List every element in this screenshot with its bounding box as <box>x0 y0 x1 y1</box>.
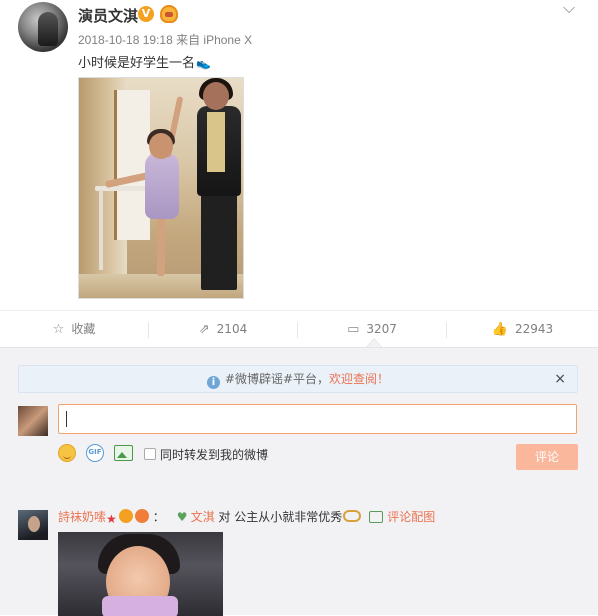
weibo-post: 演员文淇 V ⌵ 2018-10-18 19:18 来自 iPhone X 小时… <box>0 0 598 348</box>
commenter-avatar[interactable] <box>18 510 48 540</box>
view-comment-image-link[interactable]: 评论配图 <box>387 510 435 524</box>
fan-badge-icon[interactable] <box>134 509 149 523</box>
comment-colon: ： <box>152 510 165 524</box>
photo-woman-legs <box>201 194 237 290</box>
emoji-icon[interactable] <box>58 444 76 462</box>
my-avatar[interactable] <box>18 406 48 436</box>
post-text-content: 小时候是好学生一名 <box>78 56 196 71</box>
close-icon[interactable]: × <box>554 366 566 392</box>
info-icon: i <box>206 376 220 389</box>
photo-girl-body <box>145 153 179 219</box>
post-meta: 2018-10-18 19:18 来自 iPhone X <box>78 33 253 47</box>
notice-text: #微博辟谣#平台， <box>224 372 330 386</box>
heart-icon: ♥ <box>176 510 188 524</box>
post-text: 小时候是好学生一名👟 <box>78 52 211 71</box>
photo-woman-head <box>203 82 229 110</box>
picture-icon[interactable] <box>369 511 384 523</box>
submit-comment-button[interactable]: 评论 <box>516 444 578 470</box>
member-badge-icon[interactable] <box>160 5 178 23</box>
like-count: 22943 <box>515 322 554 336</box>
glasses-emoji-icon <box>343 510 362 522</box>
like-button[interactable]: 👍 22943 <box>447 311 598 348</box>
gif-icon[interactable]: GIF <box>86 444 104 462</box>
avatar-figure <box>38 12 58 46</box>
comment-icon: ▭ <box>347 322 360 337</box>
repost-checkbox[interactable] <box>144 448 156 460</box>
comment-section: i #微博辟谣#平台，欢迎查阅！ × GIF 同时转发到我的微博 评论 詩袜奶嗦★… <box>0 347 598 616</box>
comment-count: 3207 <box>366 322 397 336</box>
comment-text: 对 公主从小就非常优秀 <box>218 510 343 524</box>
star-badge-icon[interactable]: ★ <box>106 512 117 526</box>
comment-photo-dress <box>102 596 178 616</box>
comment-item: 詩袜奶嗦★ ： ♥ 文淇 对 公主从小就非常优秀 评论配图 <box>58 508 435 526</box>
action-bar: ☆ 收藏 ⇗ 2104 ▭ 3207 👍 22943 <box>0 310 598 347</box>
photo-woman-scarf <box>207 112 225 172</box>
repost-checkbox-label[interactable]: 同时转发到我的微博 <box>160 446 268 463</box>
chevron-down-icon[interactable]: ⌵ <box>563 0 575 18</box>
author-name[interactable]: 演员文淇 <box>78 5 138 26</box>
repost-icon: ⇗ <box>198 322 210 337</box>
star-outline-icon: ☆ <box>52 322 65 337</box>
text-cursor <box>66 411 67 427</box>
post-image[interactable] <box>78 77 244 299</box>
comment-caret <box>367 339 381 347</box>
member-badge-icon[interactable] <box>118 509 133 523</box>
favorite-button[interactable]: ☆ 收藏 <box>0 311 148 348</box>
ballet-shoe-emoji-icon: 👟 <box>196 56 211 70</box>
commenter-name[interactable]: 詩袜奶嗦 <box>58 510 106 524</box>
reply-to-name[interactable]: 文淇 <box>191 510 215 524</box>
photo-girl-head <box>149 133 173 159</box>
verified-icon[interactable]: V <box>138 6 154 22</box>
photo-girl-leg <box>157 216 165 276</box>
comment-image[interactable] <box>58 532 223 616</box>
repost-count: 2104 <box>216 322 248 336</box>
comment-input[interactable] <box>58 404 577 434</box>
rumor-notice-bar: i #微博辟谣#平台，欢迎查阅！ × <box>18 365 578 393</box>
photo-barre-post <box>99 190 103 270</box>
image-upload-icon[interactable] <box>114 445 133 461</box>
thumbs-up-icon: 👍 <box>491 322 508 337</box>
favorite-label: 收藏 <box>71 322 96 336</box>
author-avatar[interactable] <box>18 2 68 52</box>
notice-link[interactable]: 欢迎查阅！ <box>329 372 389 386</box>
repost-button[interactable]: ⇗ 2104 <box>149 311 297 348</box>
